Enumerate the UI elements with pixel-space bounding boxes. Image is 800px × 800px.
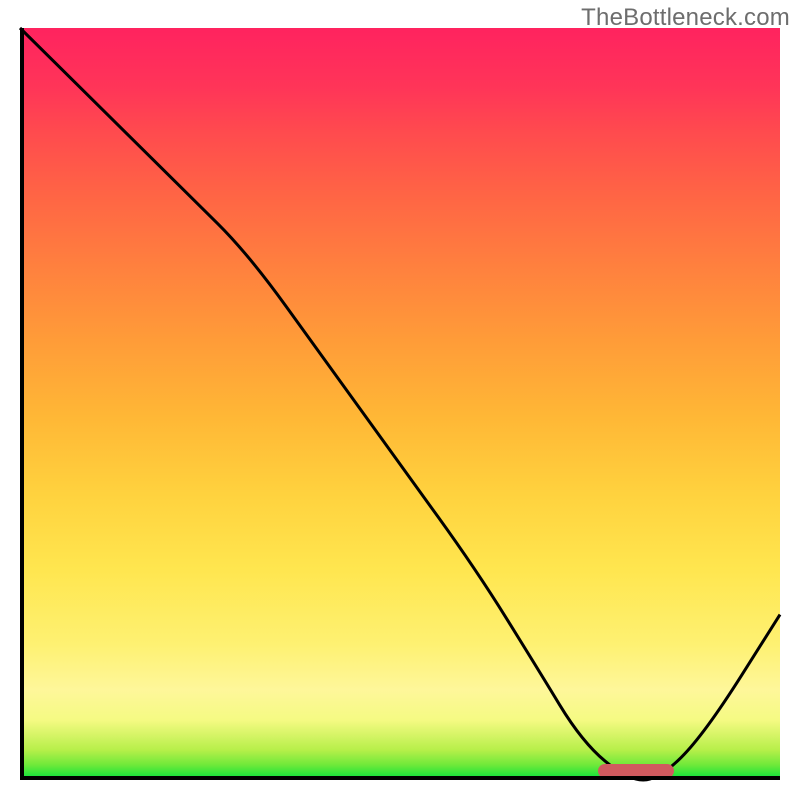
plot-area bbox=[20, 28, 780, 780]
curve-path bbox=[20, 28, 780, 780]
chart-wrapper: TheBottleneck.com bbox=[0, 0, 800, 800]
watermark-text: TheBottleneck.com bbox=[581, 4, 790, 32]
bottleneck-curve bbox=[20, 28, 780, 780]
optimal-range-marker bbox=[598, 764, 674, 778]
